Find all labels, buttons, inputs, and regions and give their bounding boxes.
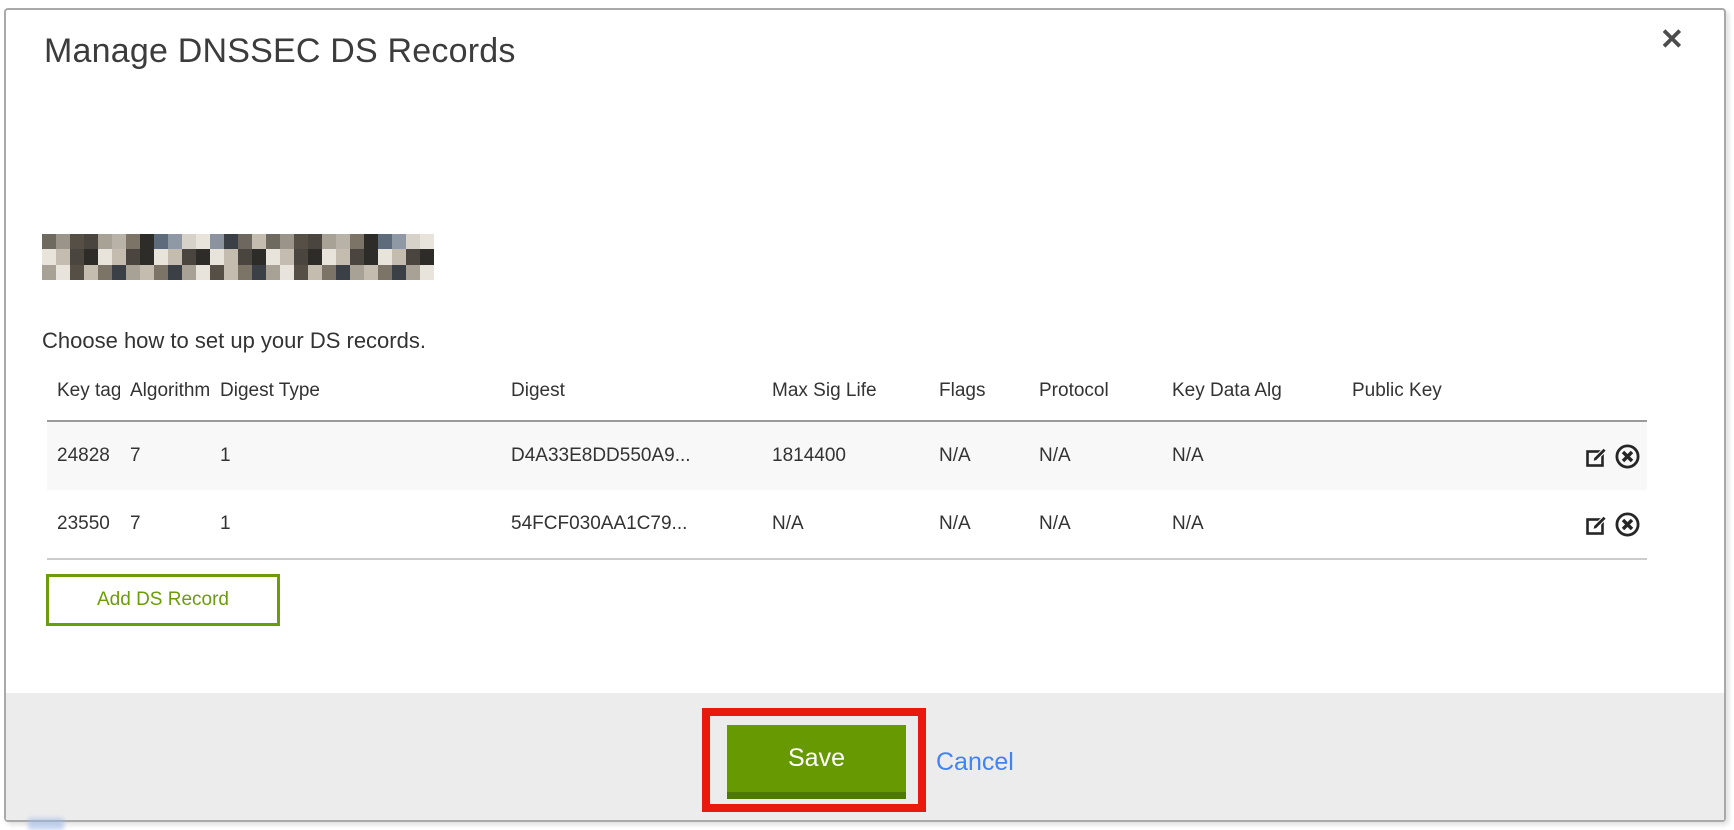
cell-key-tag: 24828 bbox=[47, 445, 120, 467]
table-body: 24828 7 1 D4A33E8DD550A9... 1814400 N/A … bbox=[47, 420, 1647, 560]
table-row: 24828 7 1 D4A33E8DD550A9... 1814400 N/A … bbox=[47, 422, 1647, 490]
manage-dnssec-dialog: Manage DNSSEC DS Records ✕ Choose how to… bbox=[4, 8, 1726, 822]
background-page-artifact bbox=[28, 818, 64, 830]
cell-key-data-alg: N/A bbox=[1162, 513, 1342, 535]
delete-record-icon[interactable] bbox=[1613, 442, 1641, 470]
cell-flags: N/A bbox=[929, 513, 1029, 535]
column-header-digest: Digest bbox=[501, 380, 762, 402]
edit-record-icon[interactable] bbox=[1583, 510, 1611, 538]
table-row: 23550 7 1 54FCF030AA1C79... N/A N/A N/A … bbox=[47, 490, 1647, 558]
cell-digest-type: 1 bbox=[210, 445, 501, 467]
table-header-row: Key tag Algorithm Digest Type Digest Max… bbox=[47, 362, 1647, 420]
column-header-protocol: Protocol bbox=[1029, 380, 1162, 402]
cancel-link[interactable]: Cancel bbox=[936, 748, 1014, 777]
column-header-key-tag: Key tag bbox=[47, 380, 120, 402]
cell-algorithm: 7 bbox=[120, 513, 210, 535]
cell-algorithm: 7 bbox=[120, 445, 210, 467]
cell-flags: N/A bbox=[929, 445, 1029, 467]
cell-key-tag: 23550 bbox=[47, 513, 120, 535]
cell-digest: D4A33E8DD550A9... bbox=[501, 445, 762, 467]
instruction-text: Choose how to set up your DS records. bbox=[42, 328, 426, 354]
cell-max-sig-life: N/A bbox=[762, 513, 929, 535]
close-icon[interactable]: ✕ bbox=[1660, 26, 1684, 55]
cell-protocol: N/A bbox=[1029, 445, 1162, 467]
column-header-max-sig-life: Max Sig Life bbox=[762, 380, 929, 402]
column-header-algorithm: Algorithm bbox=[120, 380, 210, 402]
cell-digest-type: 1 bbox=[210, 513, 501, 535]
column-header-key-data-alg: Key Data Alg bbox=[1162, 380, 1342, 402]
column-header-flags: Flags bbox=[929, 380, 1029, 402]
save-button[interactable]: Save bbox=[727, 725, 906, 799]
redacted-domain-name bbox=[42, 234, 434, 280]
edit-record-icon[interactable] bbox=[1583, 442, 1611, 470]
column-header-public-key: Public Key bbox=[1342, 380, 1567, 402]
cell-max-sig-life: 1814400 bbox=[762, 445, 929, 467]
cell-key-data-alg: N/A bbox=[1162, 445, 1342, 467]
ds-records-table: Key tag Algorithm Digest Type Digest Max… bbox=[47, 362, 1647, 560]
add-ds-record-button[interactable]: Add DS Record bbox=[46, 574, 280, 626]
column-header-digest-type: Digest Type bbox=[210, 380, 501, 402]
delete-record-icon[interactable] bbox=[1613, 510, 1641, 538]
cell-digest: 54FCF030AA1C79... bbox=[501, 513, 762, 535]
cell-protocol: N/A bbox=[1029, 513, 1162, 535]
page-title: Manage DNSSEC DS Records bbox=[44, 32, 516, 71]
